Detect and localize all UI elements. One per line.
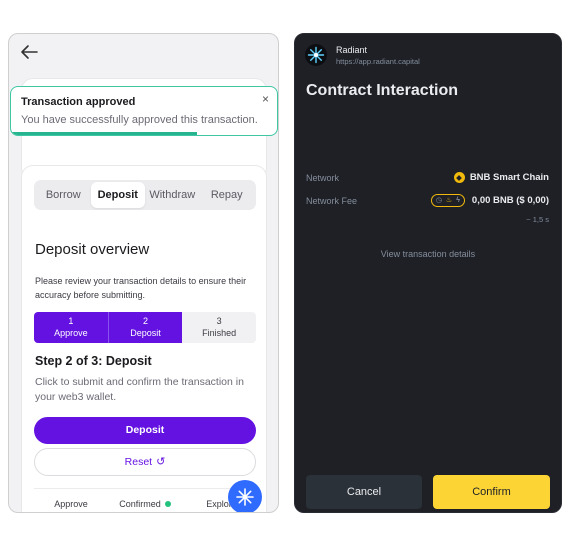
- overview-title: Deposit overview: [35, 241, 150, 258]
- action-tabs: Borrow Deposit Withdraw Repay: [34, 180, 256, 210]
- step-description: Click to submit and confirm the transact…: [35, 376, 244, 403]
- step-label: Finished: [202, 328, 237, 338]
- clock-icon: ◷: [435, 197, 442, 204]
- tab-withdraw[interactable]: Withdraw: [145, 182, 200, 208]
- step-approve: 1 Approve: [34, 312, 108, 343]
- flame-icon: ♨: [445, 197, 453, 204]
- fee-label: Network Fee: [306, 196, 358, 206]
- step-number: 3: [216, 316, 222, 326]
- fee-value: ◷ ♨ ϟ 0,00 BNB ($ 0,00): [430, 194, 549, 207]
- bnb-coin-icon: [453, 172, 465, 183]
- toast-title: Transaction approved: [21, 96, 136, 108]
- reset-icon: ↺: [156, 456, 166, 468]
- deposit-card: Borrow Deposit Withdraw Repay Deposit ov…: [21, 165, 267, 512]
- step-title: Step 2 of 3: Deposit: [35, 354, 152, 368]
- close-icon[interactable]: ×: [262, 92, 269, 106]
- fee-eta: ~ 1,5 s: [526, 215, 549, 224]
- step-number: 2: [143, 316, 149, 326]
- dapp-name: Radiant: [336, 45, 368, 55]
- view-details-link[interactable]: View transaction details: [295, 249, 561, 259]
- toast-progress-bar: [11, 132, 198, 135]
- fee-speed-selector[interactable]: ◷ ♨ ϟ: [430, 194, 465, 207]
- fee-amount: 0,00 BNB ($ 0,00): [471, 195, 549, 207]
- tab-repay[interactable]: Repay: [200, 182, 255, 208]
- step-finished: 3 Finished: [182, 312, 256, 343]
- toast-message: You have successfully approved this tran…: [21, 114, 258, 126]
- tab-borrow[interactable]: Borrow: [36, 182, 91, 208]
- network-name: BNB Smart Chain: [469, 172, 549, 184]
- step-label: Approve: [54, 328, 88, 338]
- cancel-button[interactable]: Cancel: [306, 475, 422, 509]
- page-title: Contract Interaction: [306, 82, 459, 99]
- dapp-url: https://app.radiant.capital: [336, 57, 420, 66]
- status-dot-icon: [164, 501, 171, 508]
- wallet-screen: Radiant https://app.radiant.capital Cont…: [294, 33, 562, 513]
- reset-label: Reset: [124, 456, 153, 468]
- reset-button[interactable]: Reset ↺: [34, 448, 256, 476]
- deposit-button[interactable]: Deposit: [34, 417, 256, 444]
- status-footer: Approve Confirmed Explor: [34, 488, 256, 512]
- radiant-logo-icon: [305, 44, 327, 66]
- network-label: Network: [306, 173, 340, 183]
- tab-deposit[interactable]: Deposit: [90, 182, 145, 208]
- support-fab-button[interactable]: [228, 480, 262, 512]
- step-number: 1: [68, 316, 74, 326]
- step-deposit: 2 Deposit: [107, 312, 183, 343]
- dapp-screen: Borrow Deposit Withdraw Repay Deposit ov…: [8, 33, 279, 513]
- confirmed-label: Confirmed: [119, 498, 161, 509]
- bolt-icon: ϟ: [456, 197, 460, 204]
- success-toast: Transaction approved You have successful…: [10, 86, 278, 136]
- network-value: BNB Smart Chain: [453, 172, 549, 184]
- step-progress: 1 Approve 2 Deposit 3 Finished: [34, 312, 256, 343]
- footer-confirmed: Confirmed: [108, 499, 182, 509]
- footer-approve: Approve: [54, 498, 88, 509]
- overview-description: Please review your transaction details t…: [35, 276, 247, 300]
- confirm-button[interactable]: Confirm: [433, 475, 550, 509]
- back-arrow-icon[interactable]: [19, 44, 39, 60]
- step-label: Deposit: [130, 328, 161, 338]
- sparkle-icon: [236, 488, 254, 506]
